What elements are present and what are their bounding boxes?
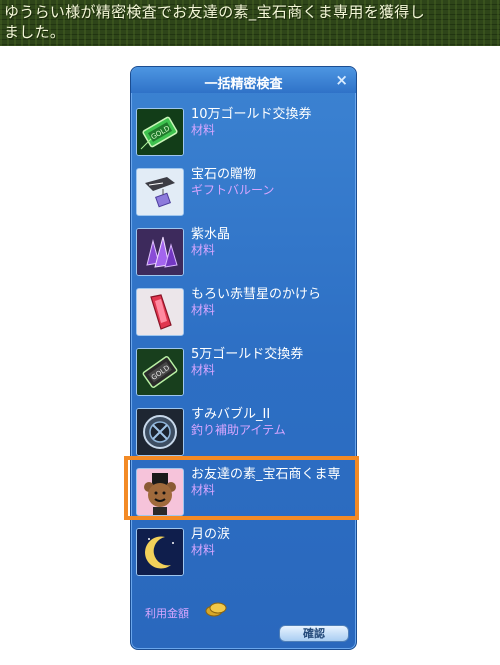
gold-voucher-icon: GOLD (136, 108, 184, 156)
item-name: 月の涙 (191, 527, 231, 542)
item-name: 宝石の贈物 (191, 167, 257, 182)
close-icon[interactable]: × (335, 71, 348, 89)
item-type: 材料 (191, 243, 216, 257)
item-type: 材料 (191, 543, 216, 557)
item-name: すみバブル_II (191, 407, 271, 422)
moon-tear-icon (136, 528, 184, 576)
bulk-inspection-dialog: 一括精密検査 × GOLD 10万ゴールド交換券 材料 宝石の贈物 ギフトバルー… (130, 66, 357, 650)
dialog-title: 一括精密検査 (204, 77, 283, 92)
usage-fee-label: 利用金額 (145, 607, 189, 620)
gold-voucher-icon: GOLD (136, 348, 184, 396)
item-type: 釣り補助アイテム (191, 423, 286, 437)
item-name: 5万ゴールド交換券 (191, 347, 304, 362)
result-item[interactable]: すみバブル_II 釣り補助アイテム (133, 401, 356, 461)
item-type: 材料 (191, 303, 216, 317)
result-item[interactable]: GOLD 5万ゴールド交換券 材料 (133, 341, 356, 401)
chat-banner: ゆうらい様が精密検査でお友達の素_宝石商くま専用を獲得し ました。 (0, 0, 500, 46)
result-item[interactable]: 月の涙 材料 (133, 521, 356, 581)
item-name: 10万ゴールド交換券 (191, 107, 312, 122)
item-type: ギフトバルーン (191, 183, 275, 197)
chat-message-line-2: ました。 (4, 23, 66, 41)
confirm-button[interactable]: 確認 (279, 625, 349, 642)
item-type: 材料 (191, 123, 216, 137)
gift-balloon-icon (136, 168, 184, 216)
ink-bubble-icon (136, 408, 184, 456)
dialog-title-bar[interactable]: 一括精密検査 × (131, 67, 356, 93)
result-item[interactable]: もろい赤彗星のかけら 材料 (133, 281, 356, 341)
item-name: 紫水晶 (191, 227, 231, 242)
item-type: 材料 (191, 363, 216, 377)
result-item[interactable]: 宝石の贈物 ギフトバルーン (133, 161, 356, 221)
coin-icon (205, 602, 227, 617)
result-item[interactable]: 紫水晶 材料 (133, 221, 356, 281)
result-item[interactable]: GOLD 10万ゴールド交換券 材料 (133, 101, 356, 161)
highlight-frame (124, 456, 359, 520)
chat-message-line-1: ゆうらい様が精密検査でお友達の素_宝石商くま専用を獲得し (4, 3, 425, 21)
red-comet-shard-icon (136, 288, 184, 336)
item-name: もろい赤彗星のかけら (191, 287, 322, 302)
amethyst-icon (136, 228, 184, 276)
